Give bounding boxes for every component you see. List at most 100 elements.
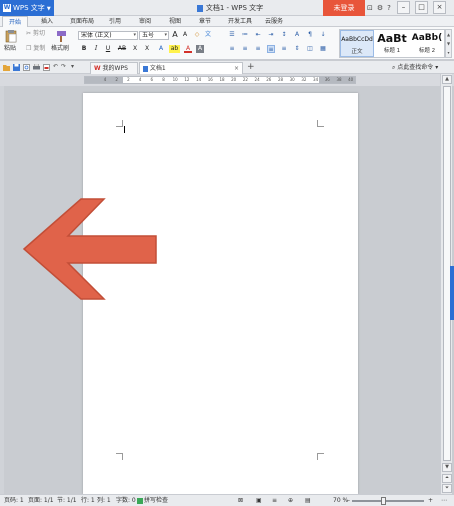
tab-developer[interactable]: 开发工具 <box>222 16 258 27</box>
skin-icon[interactable]: ⊡ <box>367 0 373 16</box>
char-shading-icon[interactable]: A <box>196 45 204 53</box>
show-marks-icon[interactable]: ¶ <box>306 31 314 39</box>
ruler-tick-label: 4 <box>103 77 107 82</box>
decrease-indent-icon[interactable]: ⇤ <box>254 31 262 39</box>
reading-view-icon[interactable]: ▤ <box>305 495 311 506</box>
format-painter-button[interactable]: 格式刷 <box>51 45 69 53</box>
highlight-button[interactable]: ab <box>169 45 180 53</box>
text-effect-icon[interactable]: A <box>157 45 165 53</box>
align-center-icon[interactable]: ≡ <box>241 45 249 53</box>
minimize-button[interactable]: – <box>397 1 410 14</box>
close-tab-icon[interactable]: × <box>234 63 239 74</box>
numbered-list-icon[interactable]: ≔ <box>241 31 249 39</box>
shading-icon[interactable]: ◫ <box>306 45 314 53</box>
text-cursor <box>124 126 125 133</box>
settings-icon[interactable]: ⚙ <box>377 0 383 16</box>
styles-scroll[interactable]: ▲ ▼ ▾ <box>445 29 452 58</box>
window-title: 文档1 - WPS 文字 <box>160 0 300 16</box>
redo-icon[interactable]: ↷ <box>61 63 66 71</box>
strikethrough-button[interactable]: AB <box>116 45 128 53</box>
tab-home[interactable]: 开始 <box>2 16 28 27</box>
tab-my-wps[interactable]: W 我的WPS <box>90 62 138 74</box>
style-heading-1[interactable]: AaBt 标题 1 <box>375 30 409 57</box>
tab-view[interactable]: 视图 <box>162 16 188 27</box>
shrink-font-button[interactable]: A <box>181 31 189 39</box>
font-name-select[interactable]: 宋体 (正文) ▾ <box>78 31 138 40</box>
spell-check-toggle[interactable]: 拼写检查 <box>137 495 168 506</box>
line-spacing-icon[interactable]: ⇕ <box>293 45 301 53</box>
chinese-layout-icon[interactable]: A <box>293 31 301 39</box>
zoom-level[interactable]: 70 % <box>333 495 348 506</box>
print-icon[interactable] <box>33 64 40 71</box>
grow-font-button[interactable]: A <box>171 31 179 39</box>
zoom-slider[interactable] <box>352 500 424 502</box>
next-page-button[interactable]: ⏷ <box>442 484 452 493</box>
phonetic-icon[interactable]: 文 <box>204 31 212 39</box>
scroll-up-button[interactable]: ▲ <box>442 75 452 84</box>
tab-document-1[interactable]: 文档1 × <box>139 62 243 74</box>
increase-indent-icon[interactable]: ⇥ <box>267 31 275 39</box>
export-pdf-icon[interactable] <box>43 64 50 71</box>
subscript-button[interactable]: X <box>143 45 151 53</box>
page-view-icon[interactable]: ▣ <box>256 495 262 506</box>
paste-icon[interactable] <box>4 29 20 43</box>
font-size-select[interactable]: 五号 ▾ <box>139 31 169 40</box>
copy-icon: ❐ <box>26 45 32 52</box>
tab-cloud[interactable]: 云服务 <box>259 16 289 27</box>
command-search[interactable]: ⌕ 点此查找命令 ▾ <box>392 62 438 74</box>
italic-button[interactable]: I <box>92 45 100 53</box>
bullet-list-icon[interactable]: ☰ <box>228 31 236 39</box>
underline-button[interactable]: U <box>104 45 112 53</box>
login-button[interactable]: 未登录 <box>323 0 365 16</box>
tab-page-layout[interactable]: 页面布局 <box>64 16 100 27</box>
superscript-button[interactable]: X <box>131 45 139 53</box>
zoom-out-button[interactable]: – <box>347 495 350 506</box>
style-heading-2[interactable]: AaBb(标题 2 <box>410 30 444 57</box>
new-tab-button[interactable]: + <box>247 63 255 72</box>
font-color-button[interactable]: A <box>184 45 192 53</box>
wps-menu-button[interactable]: W WPS 文字 ▼ <box>0 0 54 16</box>
sort-icon[interactable]: ↕ <box>280 31 288 39</box>
status-page[interactable]: 页码: 1 <box>4 495 24 506</box>
style-normal[interactable]: AaBbCcDd 正文 <box>340 30 374 57</box>
ruler-tick-label: 28 <box>277 77 284 82</box>
scissors-icon: ✂ <box>26 30 32 37</box>
zoom-slider-knob[interactable] <box>381 497 386 505</box>
ruler-tick-label: 10 <box>172 77 178 82</box>
print-preview-icon[interactable] <box>23 64 30 71</box>
paste-button[interactable]: 粘贴 <box>4 45 16 53</box>
protect-icon[interactable]: ⊠ <box>238 495 243 506</box>
ruler-tick-label: 16 <box>207 77 213 82</box>
clear-format-button[interactable]: ◇ <box>193 31 201 39</box>
web-view-icon[interactable]: ⊕ <box>288 495 293 506</box>
distributed-icon[interactable]: ≡ <box>280 45 288 53</box>
more-icon[interactable]: ▾ <box>71 63 74 71</box>
align-right-icon[interactable]: ≡ <box>254 45 262 53</box>
horizontal-ruler[interactable]: 4 2 2 4 6 8 10 12 14 16 18 20 22 24 26 28 30 32 34 36 38 40 <box>84 76 356 84</box>
open-icon[interactable] <box>3 64 10 71</box>
save-icon[interactable] <box>13 64 20 71</box>
tab-insert[interactable]: 插入 <box>34 16 60 27</box>
border-icon[interactable]: ▦ <box>319 45 327 53</box>
prev-page-button[interactable]: ⏶ <box>442 474 452 483</box>
undo-icon[interactable]: ↶ <box>53 63 58 71</box>
maximize-button[interactable]: □ <box>415 1 428 14</box>
format-painter-icon[interactable] <box>54 29 68 43</box>
help-icon[interactable]: ? <box>387 0 391 16</box>
status-more-icon[interactable]: ⋯ <box>441 495 447 506</box>
sort-az-icon[interactable]: ↓ <box>319 31 327 39</box>
tab-section[interactable]: 章节 <box>192 16 218 27</box>
align-left-icon[interactable]: ≡ <box>228 45 236 53</box>
copy-button[interactable]: ❐ 复制 <box>26 45 45 53</box>
tab-references[interactable]: 引用 <box>102 16 128 27</box>
tab-review[interactable]: 审阅 <box>132 16 158 27</box>
outline-view-icon[interactable]: ≡ <box>272 495 277 506</box>
scroll-down-button[interactable]: ▼ <box>442 463 452 472</box>
zoom-in-button[interactable]: + <box>428 495 433 506</box>
justify-icon[interactable]: ≡ <box>267 45 275 53</box>
status-word-count[interactable]: 字数: 0 <box>116 495 136 506</box>
close-window-button[interactable]: × <box>433 1 446 14</box>
bold-button[interactable]: B <box>80 45 88 53</box>
side-panel-toggle[interactable] <box>450 266 454 320</box>
cut-button[interactable]: ✂ 剪切 <box>26 30 45 38</box>
